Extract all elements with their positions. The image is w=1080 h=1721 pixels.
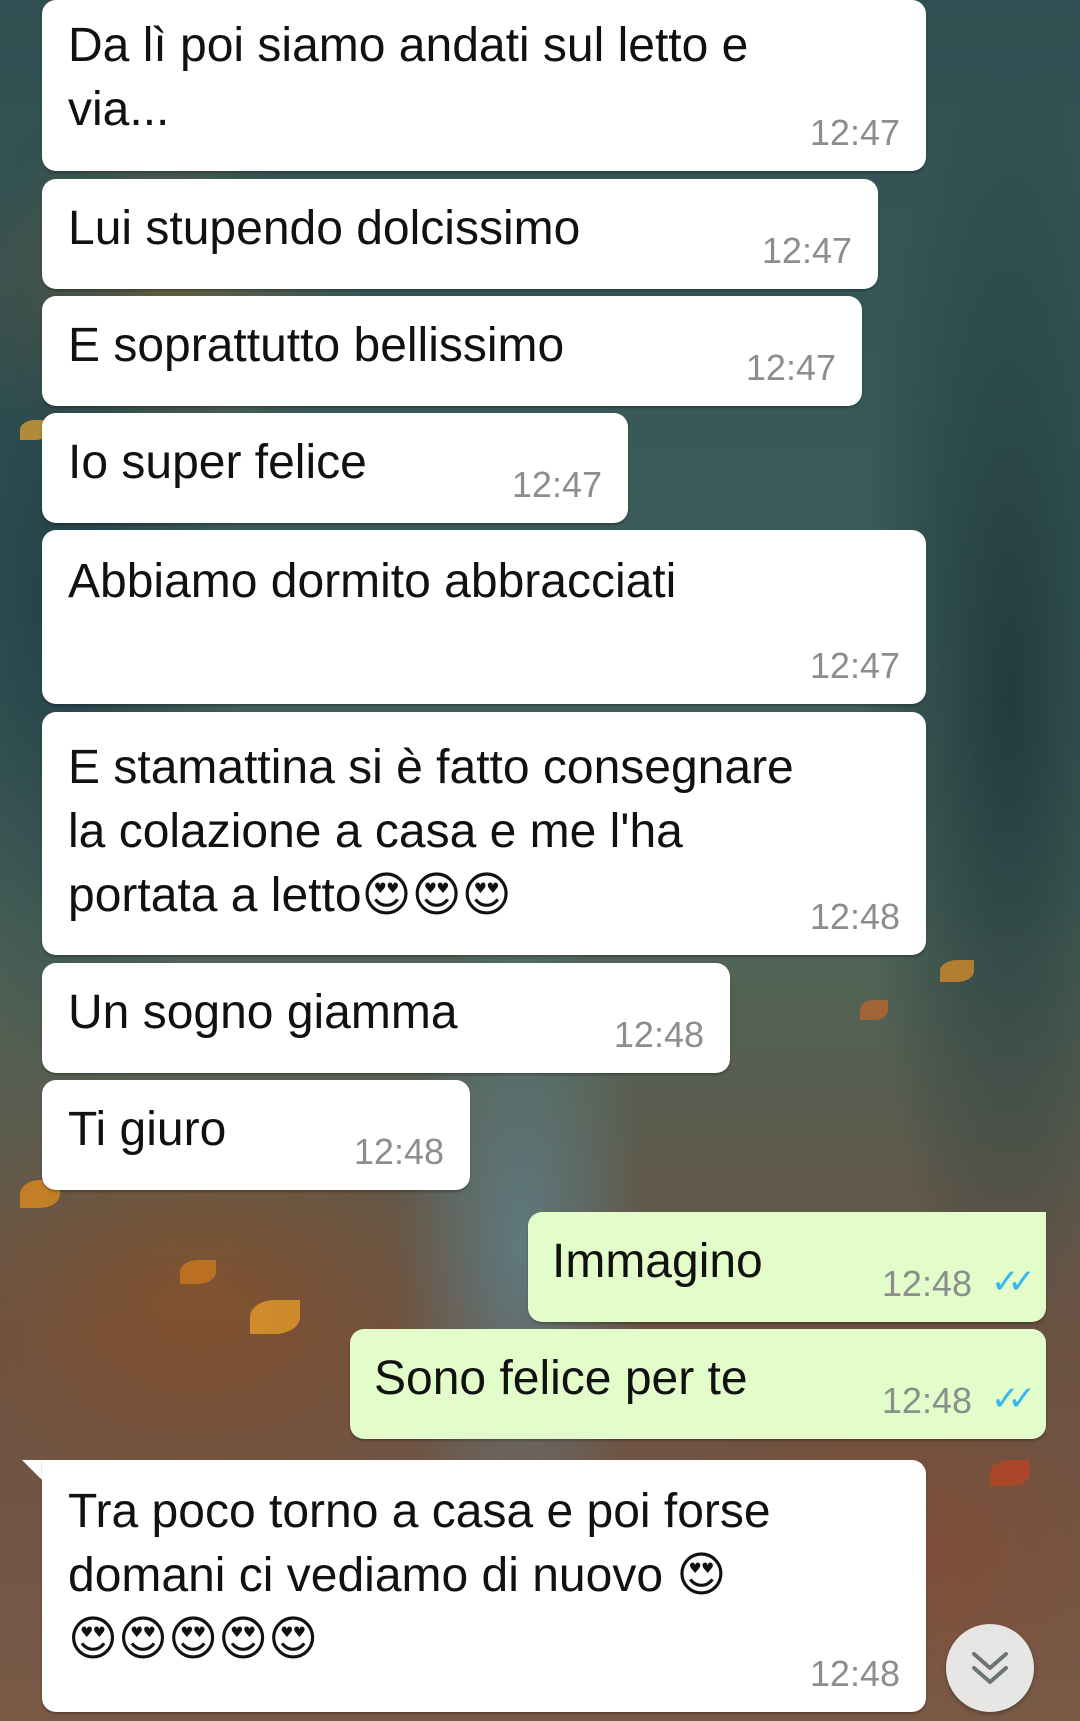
message-time: 12:48 xyxy=(881,1263,972,1304)
message-text: E stamattina si è fatto consegnare la co… xyxy=(68,741,794,922)
message-time: 12:48 xyxy=(809,896,900,937)
message-text: Lui stupendo dolcissimo xyxy=(68,202,581,255)
message-time: 12:47 xyxy=(809,112,900,153)
message-time: 12:47 xyxy=(761,230,852,271)
double-chevron-down-icon xyxy=(972,1652,1008,1684)
message-incoming[interactable]: E soprattutto bellissimo 12:47 xyxy=(42,296,862,406)
message-incoming[interactable]: Abbiamo dormito abbracciati 12:47 xyxy=(42,530,926,704)
message-incoming[interactable]: Un sogno giamma 12:48 xyxy=(42,963,730,1073)
message-text: E soprattutto bellissimo xyxy=(68,319,565,372)
message-incoming[interactable]: Da lì poi siamo andati sul letto e via..… xyxy=(42,0,926,171)
message-incoming[interactable]: Io super felice 12:47 xyxy=(42,413,628,523)
chat-messages: Da lì poi siamo andati sul letto e via..… xyxy=(0,0,1080,1721)
message-text: Tra poco torno a casa e poi forse domani… xyxy=(68,1485,771,1666)
message-time: 12:47 xyxy=(511,464,602,505)
message-time: 12:48 xyxy=(809,1653,900,1694)
double-check-icon: ✓✓ xyxy=(991,1263,1036,1301)
message-time: 12:48 xyxy=(353,1131,444,1172)
message-incoming[interactable]: E stamattina si è fatto consegnare la co… xyxy=(42,712,926,955)
message-time: 12:47 xyxy=(745,347,836,388)
message-time: 12:48 xyxy=(881,1380,972,1421)
message-outgoing[interactable]: Immagino 12:48 ✓✓ xyxy=(528,1212,1046,1322)
message-text: Un sogno giamma xyxy=(68,986,458,1039)
message-time: 12:47 xyxy=(809,645,900,686)
message-text: Abbiamo dormito abbracciati xyxy=(68,555,677,608)
message-incoming[interactable]: Ti giuro 12:48 xyxy=(42,1080,470,1190)
message-text: Da lì poi siamo andati sul letto e via..… xyxy=(68,19,749,136)
message-incoming[interactable]: Lui stupendo dolcissimo 12:47 xyxy=(42,179,878,289)
scroll-to-bottom-button[interactable] xyxy=(946,1624,1034,1712)
message-time: 12:48 xyxy=(613,1014,704,1055)
double-check-icon: ✓✓ xyxy=(991,1380,1036,1418)
message-outgoing[interactable]: Sono felice per te 12:48 ✓✓ xyxy=(350,1329,1046,1439)
message-incoming[interactable]: Tra poco torno a casa e poi forse domani… xyxy=(42,1460,926,1712)
